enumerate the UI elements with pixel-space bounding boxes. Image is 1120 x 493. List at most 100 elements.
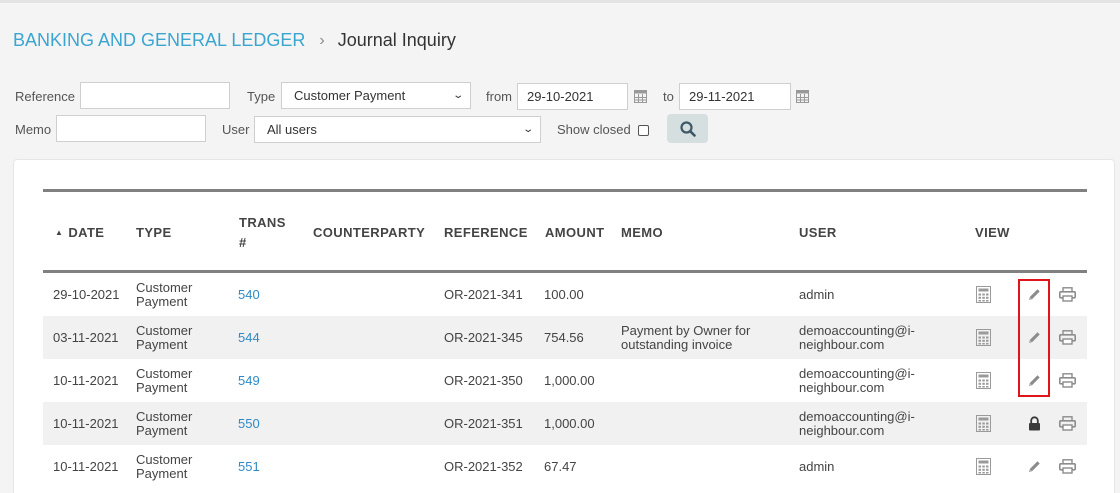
column-header-date-label: DATE: [68, 225, 105, 240]
type-cell: Customer Payment: [136, 359, 192, 402]
type-select[interactable]: Customer Payment ⌄: [281, 82, 471, 109]
user-select-value: All users: [267, 122, 317, 137]
to-label: to: [663, 89, 674, 104]
table-row: 10-11-2021 Customer Payment 551 OR-2021-352 6…: [43, 445, 1087, 488]
type-cell-line1: Customer: [136, 451, 193, 467]
trans-link[interactable]: 550: [238, 402, 260, 445]
column-header-counterparty[interactable]: COUNTERPARTY: [313, 225, 425, 240]
user-cell: admin: [799, 273, 834, 316]
date-cell: 10-11-2021: [53, 458, 119, 474]
reference-cell: OR-2021-351: [444, 415, 523, 431]
user-select[interactable]: All users ⌄: [254, 116, 541, 143]
journal-table: ▲ DATE TYPE TRANS # COUNTERPARTY REFERENC…: [43, 189, 1087, 488]
page-title: Journal Inquiry: [337, 30, 456, 50]
column-header-date[interactable]: ▲ DATE: [55, 225, 104, 240]
user-label: User: [222, 122, 250, 137]
type-cell-line1: Customer: [136, 408, 193, 424]
table-header: ▲ DATE TYPE TRANS # COUNTERPARTY REFERENC…: [43, 189, 1087, 273]
to-date-input[interactable]: 29-11-2021: [679, 83, 791, 110]
amount-cell: 1,000.00: [544, 415, 595, 431]
column-header-memo[interactable]: MEMO: [621, 225, 663, 240]
calendar-icon[interactable]: [796, 89, 809, 103]
column-header-reference[interactable]: REFERENCE: [444, 225, 528, 240]
reference-label: Reference: [15, 89, 75, 104]
reference-cell: OR-2021-350: [444, 372, 523, 388]
table-row: 10-11-2021 Customer Payment 549 OR-2021-350 1…: [43, 359, 1087, 402]
calendar-icon[interactable]: [634, 89, 647, 103]
sort-ascending-icon: ▲: [55, 228, 64, 237]
print-icon[interactable]: [1059, 415, 1076, 432]
trans-link[interactable]: 544: [238, 316, 260, 359]
type-cell: Customer Payment: [136, 273, 192, 316]
pencil-icon[interactable]: [1026, 458, 1043, 475]
column-header-type[interactable]: TYPE: [136, 225, 172, 240]
type-cell: Customer Payment: [136, 402, 192, 445]
user-cell: demoaccounting@i-neighbour.com: [799, 402, 915, 445]
breadcrumb-separator: ›: [319, 31, 325, 49]
calculator-icon[interactable]: [975, 458, 992, 475]
type-select-value: Customer Payment: [294, 88, 406, 103]
column-header-trans-line1: TRANS: [239, 215, 286, 230]
type-cell-line2: Payment: [136, 336, 188, 352]
user-cell-line1: demoaccounting@i-: [799, 322, 915, 338]
chevron-down-icon: ⌄: [521, 124, 534, 135]
table-row: 29-10-2021 Customer Payment 540 OR-2021-341 1…: [43, 273, 1087, 316]
trans-link[interactable]: 551: [238, 445, 260, 488]
calculator-icon[interactable]: [975, 415, 992, 432]
memo-cell-line2: outstanding invoice: [621, 336, 733, 352]
reference-cell: OR-2021-341: [444, 286, 523, 302]
type-cell: Customer Payment: [136, 445, 192, 488]
from-label: from: [486, 89, 512, 104]
calculator-icon[interactable]: [975, 372, 992, 389]
column-header-user[interactable]: USER: [799, 225, 837, 240]
column-header-trans-line2: #: [239, 235, 247, 250]
print-icon[interactable]: [1059, 286, 1076, 303]
trans-link[interactable]: 549: [238, 359, 260, 402]
user-cell-line1: admin: [799, 286, 835, 302]
user-cell: demoaccounting@i-neighbour.com: [799, 316, 915, 359]
user-cell: demoaccounting@i-neighbour.com: [799, 359, 915, 402]
trans-link[interactable]: 540: [238, 273, 260, 316]
column-header-trans[interactable]: TRANS #: [239, 213, 286, 253]
print-icon[interactable]: [1059, 458, 1076, 475]
user-cell-line2: neighbour.com: [799, 379, 885, 395]
search-icon: [679, 120, 696, 137]
table-body: 29-10-2021 Customer Payment 540 OR-2021-341 1…: [43, 273, 1087, 488]
user-cell-line1: demoaccounting@i-: [799, 365, 915, 381]
chevron-down-icon: ⌄: [451, 90, 464, 101]
table-row: 10-11-2021 Customer Payment 550 OR-2021-351 1…: [43, 402, 1087, 445]
type-label: Type: [247, 89, 276, 104]
type-cell-line1: Customer: [136, 279, 193, 295]
column-header-view: VIEW: [975, 225, 1010, 240]
user-cell: admin: [799, 445, 834, 488]
memo-input[interactable]: [56, 115, 206, 142]
print-icon[interactable]: [1059, 329, 1076, 346]
calculator-icon[interactable]: [975, 329, 992, 346]
breadcrumb-parent-link[interactable]: BANKING AND GENERAL LEDGER: [13, 30, 305, 51]
user-cell-line2: neighbour.com: [799, 422, 885, 438]
type-cell-line1: Customer: [136, 365, 193, 381]
memo-cell: Payment by Owner for outstanding invoice: [621, 316, 750, 359]
date-cell: 29-10-2021: [53, 286, 120, 302]
show-closed-label: Show closed: [557, 122, 631, 137]
print-icon[interactable]: [1059, 372, 1076, 389]
show-closed-checkbox[interactable]: [638, 125, 649, 136]
top-border: [0, 0, 1120, 3]
calculator-icon[interactable]: [975, 286, 992, 303]
search-button[interactable]: [667, 114, 708, 143]
user-cell-line1: admin: [799, 458, 835, 474]
reference-cell: OR-2021-345: [444, 329, 523, 345]
amount-cell: 100.00: [544, 286, 584, 302]
type-cell-line2: Payment: [136, 293, 188, 309]
filter-bar: Reference Type Customer Payment ⌄ from 2…: [0, 82, 1120, 148]
from-date-input[interactable]: 29-10-2021: [517, 83, 628, 110]
date-cell: 10-11-2021: [53, 372, 119, 388]
column-header-amount[interactable]: AMOUNT: [545, 225, 604, 240]
type-cell-line2: Payment: [136, 379, 188, 395]
lock-icon[interactable]: [1026, 415, 1043, 432]
user-cell-line1: demoaccounting@i-: [799, 408, 915, 424]
amount-cell: 67.47: [544, 458, 577, 474]
reference-input[interactable]: [80, 82, 230, 109]
type-cell-line1: Customer: [136, 322, 193, 338]
type-cell-line2: Payment: [136, 422, 188, 438]
